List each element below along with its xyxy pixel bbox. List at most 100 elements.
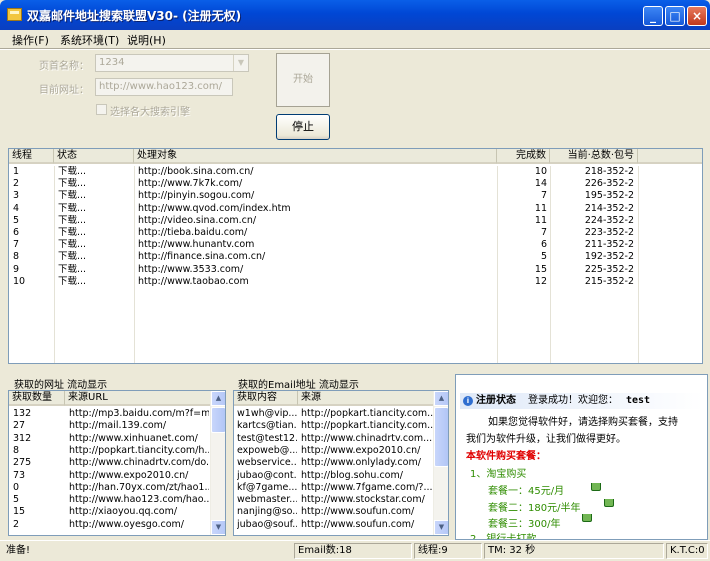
cart-icon[interactable] [591, 483, 601, 491]
email-list[interactable]: 获取内容 来源 w1wh@vip.... http://popkart.tianc… [233, 390, 449, 536]
cart-icon[interactable] [604, 499, 614, 507]
table-row[interactable]: 9 下载... http://www.3533.com/15 225-352-2 [9, 264, 702, 276]
scroll-up-icon[interactable]: ▲ [211, 391, 225, 406]
urls-scrollbar[interactable]: ▲ ▼ [210, 391, 225, 535]
table-row[interactable]: 312 http://www.xinhuanet.com/ [9, 433, 225, 445]
threads-table[interactable]: 线程 状态 处理对象 完成数 当前·总数·包号 1 下载... http://boo… [8, 148, 703, 364]
package-3[interactable]: 套餐三：300/年 [488, 515, 560, 530]
table-row[interactable]: 8 下载... http://finance.sina.com.cn/5 192-35… [9, 251, 702, 263]
table-row[interactable]: 0 http://han.70yx.com/zt/hao1... [9, 482, 225, 494]
table-cell: w1wh@vip.... [237, 408, 297, 419]
package-1[interactable]: 套餐一：45元/月 [488, 482, 564, 497]
menu-operate[interactable]: 操作(F) [12, 32, 49, 48]
col-status[interactable]: 状态 [54, 149, 134, 164]
table-row[interactable]: 15 http://xiaoyou.qq.com/ [9, 506, 225, 518]
scroll-down-icon[interactable]: ▼ [434, 520, 448, 535]
table-cell: 8 [13, 444, 20, 456]
table-row[interactable]: test@test12... http://www.chinadrtv.com..… [234, 433, 448, 445]
table-row[interactable]: webmaster... http://www.stockstar.com/ [234, 494, 448, 506]
grid-line [638, 166, 639, 363]
url-field[interactable]: http://www.hao123.com/ [95, 78, 233, 96]
table-cell: 215-352-2 [584, 275, 634, 287]
table-row[interactable]: 5 下载... http://video.sina.com.cn/11 224-352… [9, 215, 702, 227]
email-scrollbar[interactable]: ▲ ▼ [433, 391, 448, 535]
table-cell: 6 [13, 227, 20, 238]
col-progress[interactable]: 当前·总数·包号 [550, 149, 638, 164]
main-window: 双嘉邮件地址搜索联盟V30- (注册无权) _ □ × 操作(F) 系统环境(T… [0, 0, 710, 561]
table-cell: http://www.chinadrtv.com... [301, 432, 433, 444]
table-row[interactable]: 4 下载... http://www.qvod.com/index.htm 11 214… [9, 203, 702, 215]
table-cell: 下载... [58, 251, 87, 263]
col-count[interactable]: 获取数量 [9, 391, 65, 406]
scroll-thumb[interactable] [434, 407, 448, 467]
table-row[interactable]: nanjing@so... http://www.soufun.com/ [234, 506, 448, 518]
table-cell: http://xiaoyou.qq.com/ [69, 506, 178, 518]
table-row[interactable]: 275 http://www.chinadrtv.com/do... [9, 457, 225, 469]
package-2[interactable]: 套餐二：180元/半年 [488, 499, 580, 514]
table-row[interactable]: 27 http://mail.139.com/ [9, 420, 225, 432]
app-icon [7, 8, 22, 21]
minimize-button[interactable]: _ [643, 6, 663, 26]
table-row[interactable]: 2 http://www.oyesgo.com/ [9, 519, 225, 531]
maximize-button[interactable]: □ [665, 6, 685, 26]
table-cell: http://www.chinadrtv.com/do... [69, 457, 209, 469]
status-threads: 线程:9 [414, 543, 482, 559]
table-row[interactable]: webservice... http://www.onlylady.com/ [234, 457, 448, 469]
start-name-select[interactable]: 1234 [95, 54, 249, 72]
table-row[interactable]: jubao@souf... http://www.soufun.com/ [234, 519, 448, 531]
table-cell: 下载... [58, 227, 87, 238]
table-row[interactable]: 8 http://popkart.tiancity.com/h... [9, 445, 225, 457]
table-cell: http://han.70yx.com/zt/hao1... [69, 481, 209, 493]
table-cell: 5 [540, 251, 547, 263]
table-row[interactable]: 7 下载... http://www.hunantv.com 6 211-352-2 [9, 239, 702, 251]
urls-list[interactable]: 获取数量 来源URL 132 http://mp3.baidu.com/m?f=m… [8, 390, 226, 536]
table-cell: kartcs@tian... [237, 420, 297, 432]
table-cell: 3 [13, 190, 20, 202]
table-row[interactable]: jubao@cont... http://blog.sohu.com/ [234, 470, 448, 482]
packages-title: 本软件购买套餐： [466, 451, 546, 462]
bank-item[interactable]: 2、银行卡打款 [470, 530, 536, 539]
col-thread[interactable]: 线程 [9, 149, 54, 164]
table-row[interactable]: kartcs@tian... http://popkart.tiancity.co… [234, 420, 448, 432]
table-row[interactable]: 6 下载... http://tieba.baidu.com/7 223-352-2 [9, 227, 702, 239]
col-content[interactable]: 获取内容 [234, 391, 298, 406]
grid-line [550, 166, 551, 363]
menu-system-env[interactable]: 系统环境(T) [60, 32, 119, 48]
table-row[interactable]: expoweb@... http://www.expo2010.cn/ [234, 445, 448, 457]
scroll-up-icon[interactable]: ▲ [434, 391, 448, 406]
cart-icon[interactable] [582, 514, 592, 522]
table-row[interactable]: w1wh@vip.... http://popkart.tiancity.com.… [234, 408, 448, 420]
table-cell: http://www.soufun.com/ [301, 506, 415, 518]
chevron-down-icon[interactable]: ▼ [233, 55, 248, 71]
table-cell: 195-352-2 [584, 190, 634, 202]
start-button[interactable]: 开始 [276, 53, 330, 107]
col-target[interactable]: 处理对象 [134, 149, 497, 164]
table-cell: 27 [13, 420, 26, 432]
title-bar[interactable]: 双嘉邮件地址搜索联盟V30- (注册无权) _ □ × [0, 0, 710, 30]
col-source-url[interactable]: 来源URL [65, 391, 211, 406]
table-row[interactable]: 3 下载... http://pinyin.sogou.com/7 195-352-2 [9, 190, 702, 202]
table-row[interactable]: kf@7game.... http://www.7fgame.com/?... [234, 482, 448, 494]
table-row[interactable]: 1 下载... http://book.sina.com.cn/10 218-352-… [9, 166, 702, 178]
taobao-item[interactable]: 1、淘宝购买 [470, 465, 526, 480]
table-row[interactable]: 10 下载... http://www.taobao.com 12 215-352-2 [9, 276, 702, 288]
table-row[interactable]: 132 http://mp3.baidu.com/m?f=m... [9, 408, 225, 420]
table-cell: http://www.hunantv.com [138, 239, 255, 251]
col-done[interactable]: 完成数 [497, 149, 550, 164]
table-cell: 225-352-2 [584, 263, 634, 275]
table-cell: 14 [534, 178, 547, 190]
table-row[interactable]: 73 http://www.expo2010.cn/ [9, 470, 225, 482]
table-row[interactable]: 2 下载... http://www.7k7k.com/14 226-352-2 [9, 178, 702, 190]
table-cell: 223-352-2 [584, 227, 634, 238]
scroll-down-icon[interactable]: ▼ [211, 520, 225, 535]
stop-button[interactable]: 停止 [276, 114, 330, 140]
table-cell: http://www.7k7k.com/ [138, 178, 243, 190]
scroll-thumb[interactable] [211, 407, 225, 433]
search-engines-checkbox[interactable] [96, 104, 107, 115]
close-button[interactable]: × [687, 6, 707, 26]
col-source[interactable]: 来源 [298, 391, 434, 406]
menu-help[interactable]: 说明(H) [127, 32, 166, 48]
url-value: http://www.hao123.com/ [99, 81, 223, 92]
table-cell: 12 [534, 275, 547, 287]
table-row[interactable]: 5 http://www.hao123.com/hao... [9, 494, 225, 506]
